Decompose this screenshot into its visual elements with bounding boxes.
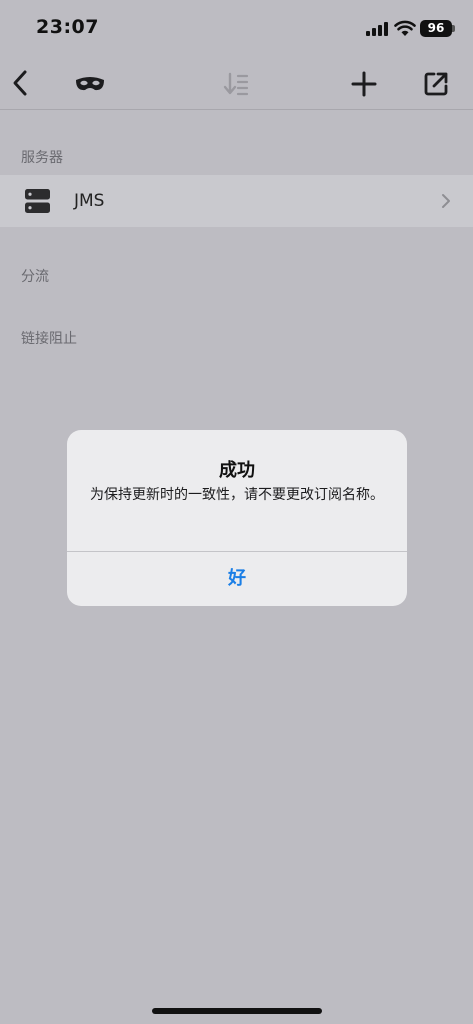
status-bar: 23:07 96 [0, 0, 473, 58]
home-indicator[interactable] [152, 1008, 322, 1014]
section-header-servers: 服务器 [21, 150, 63, 166]
wifi-icon [394, 20, 416, 36]
alert-message: 为保持更新时的一致性，请不要更改订阅名称。 [90, 487, 384, 503]
alert-title: 成功 [219, 460, 255, 481]
battery-level: 96 [427, 21, 445, 35]
cellular-signal-icon [366, 22, 388, 36]
server-icon [25, 189, 50, 213]
sort-icon[interactable] [222, 70, 250, 98]
ok-button[interactable]: 好 [67, 552, 407, 606]
section-header-block: 链接阻止 [21, 331, 77, 347]
mask-icon[interactable] [74, 74, 106, 94]
chevron-right-icon [442, 194, 450, 208]
plus-icon[interactable] [350, 70, 378, 98]
chevron-left-icon[interactable] [10, 68, 30, 98]
battery-icon: 96 [420, 20, 452, 37]
status-time: 23:07 [36, 16, 99, 38]
server-row-jms[interactable]: JMS [0, 175, 473, 227]
section-header-routing: 分流 [21, 269, 49, 285]
nav-bar [0, 58, 473, 110]
server-name: JMS [74, 191, 105, 211]
alert-dialog: 成功 为保持更新时的一致性，请不要更改订阅名称。 好 [67, 430, 407, 606]
battery-tip [452, 25, 455, 32]
share-icon[interactable] [422, 70, 450, 98]
